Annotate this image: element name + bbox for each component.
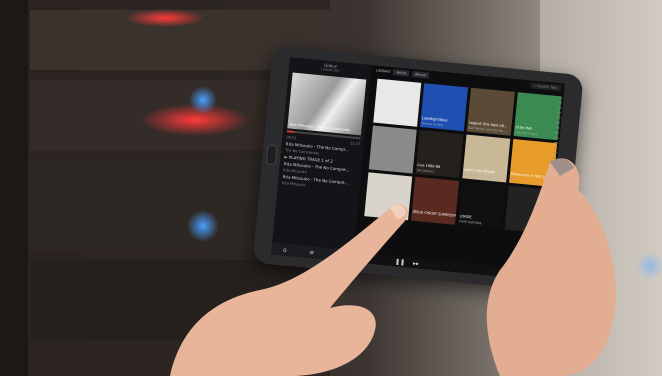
tab-album[interactable]: Album xyxy=(411,70,430,79)
album-title: JESUS CHRIST SUPERSTAR xyxy=(412,209,459,219)
photo-scene: Qobuz CONNECTED Rita Mitsouko - The No C… xyxy=(0,0,662,376)
library-label: LIBRARY xyxy=(376,68,391,74)
album-artist: City and Colour xyxy=(514,130,539,137)
album-artist: Joe Jackson xyxy=(416,167,434,174)
album-tile[interactable] xyxy=(373,78,422,127)
album-tile[interactable]: Legend (the best of)... Bob Marley and th… xyxy=(466,87,515,136)
album-artist: PURE HEROINE xyxy=(458,219,482,226)
album-tile[interactable]: LateNightTales Various Artists xyxy=(420,83,469,132)
right-hand xyxy=(486,158,616,376)
album-tile[interactable]: JESUS CHRIST SUPERSTAR xyxy=(411,176,460,225)
time-elapsed: 00:01 xyxy=(286,135,297,141)
album-tile[interactable] xyxy=(368,125,417,174)
now-playing-cover[interactable]: Rita Mitsouko - The No Comprendo xyxy=(287,72,367,136)
next-icon[interactable]: ▸▸ xyxy=(413,259,420,267)
home-button[interactable] xyxy=(265,144,278,166)
tab-artist[interactable]: Artist xyxy=(393,69,410,77)
track-progress-fill xyxy=(286,130,295,133)
left-hand xyxy=(170,204,408,376)
search-placeholder: Search Text xyxy=(537,84,558,90)
album-tile[interactable]: Live 1980-86 Joe Jackson xyxy=(415,129,464,179)
album-artist: Various Artists xyxy=(421,121,444,128)
time-total: 11:27 xyxy=(349,141,361,147)
